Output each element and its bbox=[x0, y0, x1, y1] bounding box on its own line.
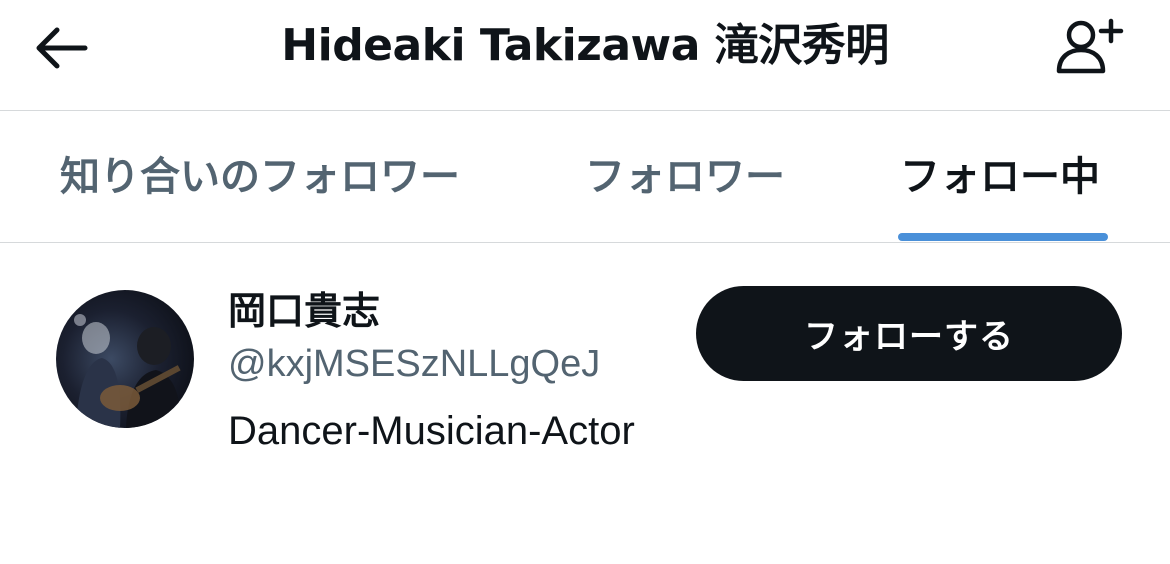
active-tab-indicator bbox=[898, 233, 1108, 241]
person-add-icon bbox=[1056, 18, 1124, 74]
back-button[interactable] bbox=[26, 20, 96, 76]
arrow-left-icon bbox=[36, 27, 88, 69]
user-name: 岡口貴志 bbox=[228, 289, 381, 333]
tab-followers[interactable]: フォロワー bbox=[585, 151, 785, 211]
top-bar: Hideaki Takizawa 滝沢秀明 bbox=[0, 0, 1170, 111]
user-list-item[interactable]: 岡口貴志 @kxjMSESzNLLgQeJ Dancer-Musician-Ac… bbox=[0, 243, 1170, 473]
user-bio: Dancer-Musician-Actor bbox=[228, 409, 635, 453]
tab-following[interactable]: フォロー中 bbox=[900, 151, 1100, 211]
avatar[interactable] bbox=[56, 290, 194, 428]
tab-followers-you-know[interactable]: 知り合いのフォロワー bbox=[60, 151, 460, 211]
user-handle: @kxjMSESzNLLgQeJ bbox=[228, 343, 601, 385]
follow-button[interactable]: フォローする bbox=[696, 286, 1122, 381]
page-title: Hideaki Takizawa 滝沢秀明 bbox=[281, 20, 889, 71]
avatar-image bbox=[74, 314, 181, 428]
tab-bar: 知り合いのフォロワー フォロワー フォロー中 bbox=[0, 111, 1170, 243]
add-user-button[interactable] bbox=[1048, 16, 1130, 78]
